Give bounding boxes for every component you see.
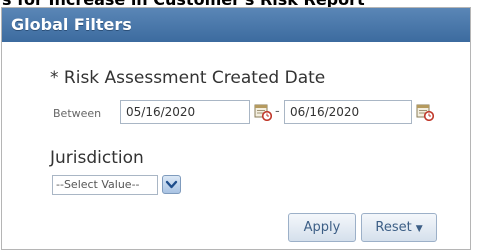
between-label: Between — [53, 107, 102, 120]
chevron-down-icon — [165, 180, 178, 189]
panel-title: Global Filters — [11, 15, 132, 34]
date-range-separator: - — [275, 104, 280, 119]
apply-button[interactable]: Apply — [288, 213, 356, 242]
from-date-input[interactable]: 05/16/2020 — [120, 100, 250, 124]
jurisdiction-label: Jurisdiction — [50, 148, 144, 168]
apply-button-label: Apply — [303, 220, 341, 235]
reset-menu-caret: ▼ — [415, 224, 423, 234]
global-filters-panel: Global Filters * Risk Assessment Created… — [1, 7, 471, 250]
risk-date-label: * Risk Assessment Created Date — [50, 68, 326, 88]
jurisdiction-select[interactable]: --Select Value-- — [52, 175, 158, 195]
to-date-input[interactable]: 06/16/2020 — [284, 100, 412, 124]
reset-button[interactable]: Reset ▼ — [361, 213, 437, 242]
calendar-icon[interactable] — [254, 103, 272, 121]
reset-button-label: Reset — [375, 220, 412, 235]
jurisdiction-dropdown-button[interactable] — [162, 175, 181, 194]
panel-header: Global Filters — [2, 8, 470, 42]
calendar-icon[interactable] — [416, 103, 434, 121]
